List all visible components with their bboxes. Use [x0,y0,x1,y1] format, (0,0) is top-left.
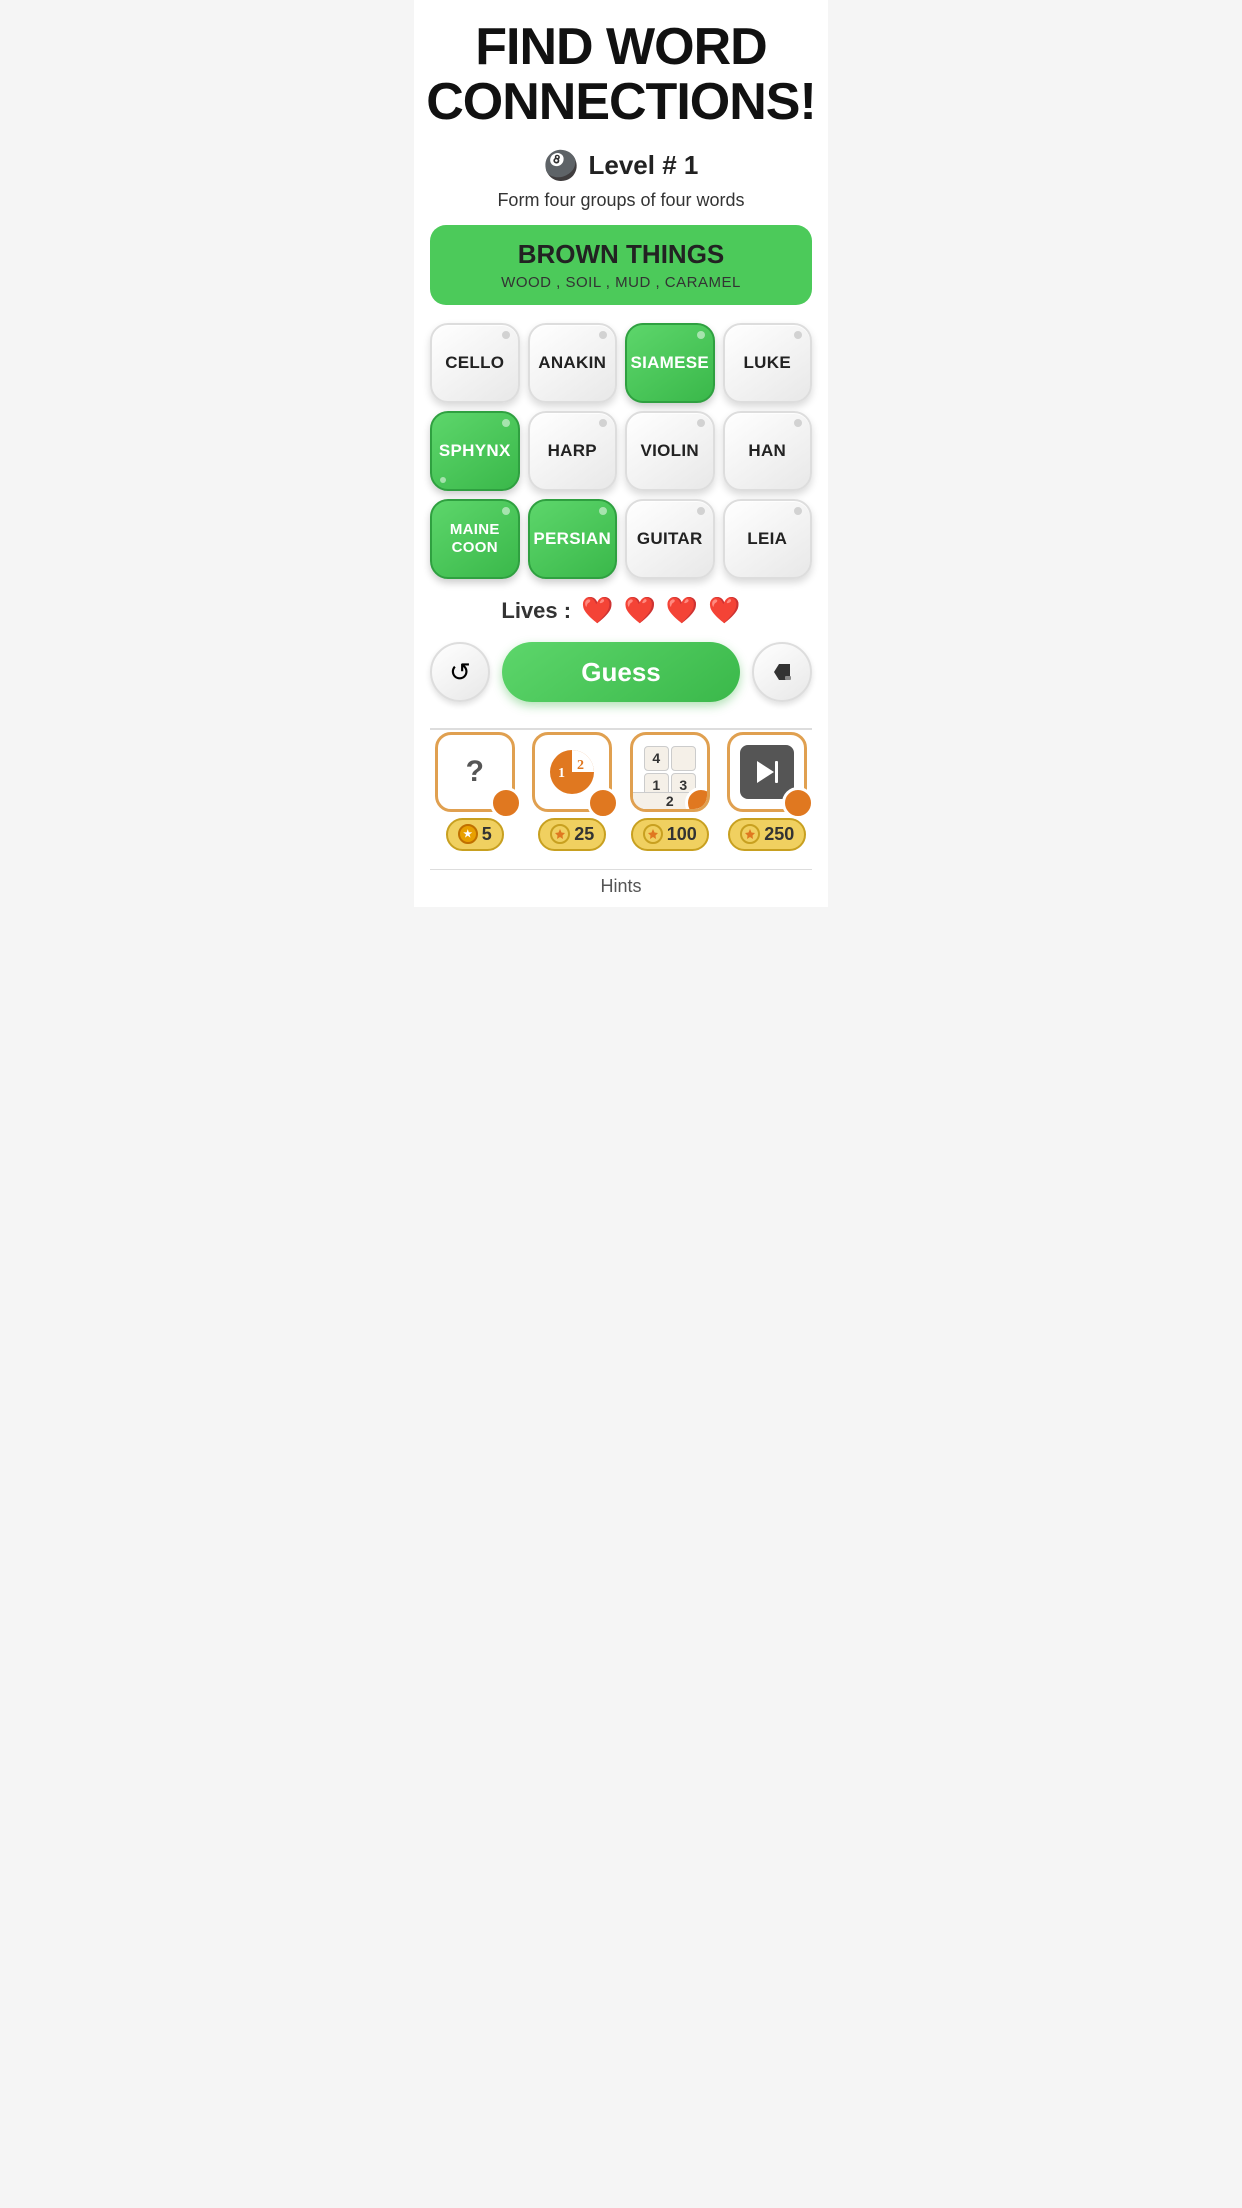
question-icon: ? [466,755,484,788]
heart-3: ❤️ [666,595,698,626]
tile-maine-coon[interactable]: MAINECOON [430,499,520,579]
level-text: Level # 1 [589,150,699,181]
tile-luke[interactable]: LUKE [723,323,813,403]
level-row: 🎱 Level # 1 [544,149,699,182]
divider-bottom [430,869,812,871]
hint-icon-3: 4 1 3 2 [630,732,710,812]
banner-words: WOOD , SOIL , MUD , CARAMEL [450,274,792,291]
svg-text:2: 2 [577,758,584,773]
coin-2 [550,824,570,844]
hint-icon-1: ? [435,732,515,812]
subtitle: Form four groups of four words [497,190,744,211]
page-title: FIND WORDCONNECTIONS! [426,20,816,129]
cost-2: 25 [574,824,594,845]
play-next-svg [754,759,780,785]
tile-anakin[interactable]: ANAKIN [528,323,618,403]
divider-top [430,728,812,730]
lives-label: Lives : [501,598,571,624]
word-grid: CELLO ANAKIN SIAMESE LUKE SPHYNX HARP VI… [430,323,812,579]
tile-han[interactable]: HAN [723,411,813,491]
coin-3 [643,824,663,844]
cost-4: 250 [764,824,794,845]
tile-violin[interactable]: VIOLIN [625,411,715,491]
hint-badge-4 [782,787,814,819]
tile-harp[interactable]: HARP [528,411,618,491]
heart-2: ❤️ [623,595,655,626]
hint-card-3[interactable]: 4 1 3 2 100 [625,732,715,851]
tile-sphynx[interactable]: SPHYNX [430,411,520,491]
cost-badge-4: 250 [728,818,806,851]
cost-3: 100 [667,824,697,845]
action-row: ↺ Guess [430,642,812,702]
svg-text:1: 1 [558,766,565,781]
cost-badge-1: ★ 5 [446,818,504,851]
app-container: FIND WORDCONNECTIONS! 🎱 Level # 1 Form f… [414,0,828,907]
tile-cello[interactable]: CELLO [430,323,520,403]
eraser-icon [771,661,793,683]
green-banner: BROWN THINGS WOOD , SOIL , MUD , CARAMEL [430,225,812,305]
tile-persian[interactable]: PERSIAN [528,499,618,579]
shuffle-button[interactable]: ↺ [430,642,490,702]
pie-12-icon: 1 2 [547,747,597,797]
coin-1: ★ [458,824,478,844]
guess-button[interactable]: Guess [502,642,740,702]
hints-section-label: Hints [600,876,641,897]
hint-card-1[interactable]: ? ★ 5 [430,732,520,851]
hints-grid: ? ★ 5 1 2 [430,732,812,851]
coin-4 [740,824,760,844]
hint-icon-2: 1 2 [532,732,612,812]
cost-badge-2: 25 [538,818,606,851]
lives-row: Lives : ❤️ ❤️ ❤️ ❤️ [501,595,740,626]
hint-badge-1 [490,787,522,819]
heart-1: ❤️ [581,595,613,626]
cost-1: 5 [482,824,492,845]
tile-guitar[interactable]: GUITAR [625,499,715,579]
heart-4: ❤️ [708,595,740,626]
tile-leia[interactable]: LEIA [723,499,813,579]
erase-button[interactable] [752,642,812,702]
level-icon: 🎱 [544,149,579,182]
cost-badge-3: 100 [631,818,709,851]
hint-icon-4 [727,732,807,812]
hint-paper-1: ? [466,755,484,789]
hint-card-2[interactable]: 1 2 25 [528,732,618,851]
tile-siamese[interactable]: SIAMESE [625,323,715,403]
hints-section: ? ★ 5 1 2 [430,732,812,898]
hint-card-4[interactable]: 250 [723,732,813,851]
banner-title: BROWN THINGS [450,239,792,270]
hint-badge-2 [587,787,619,819]
